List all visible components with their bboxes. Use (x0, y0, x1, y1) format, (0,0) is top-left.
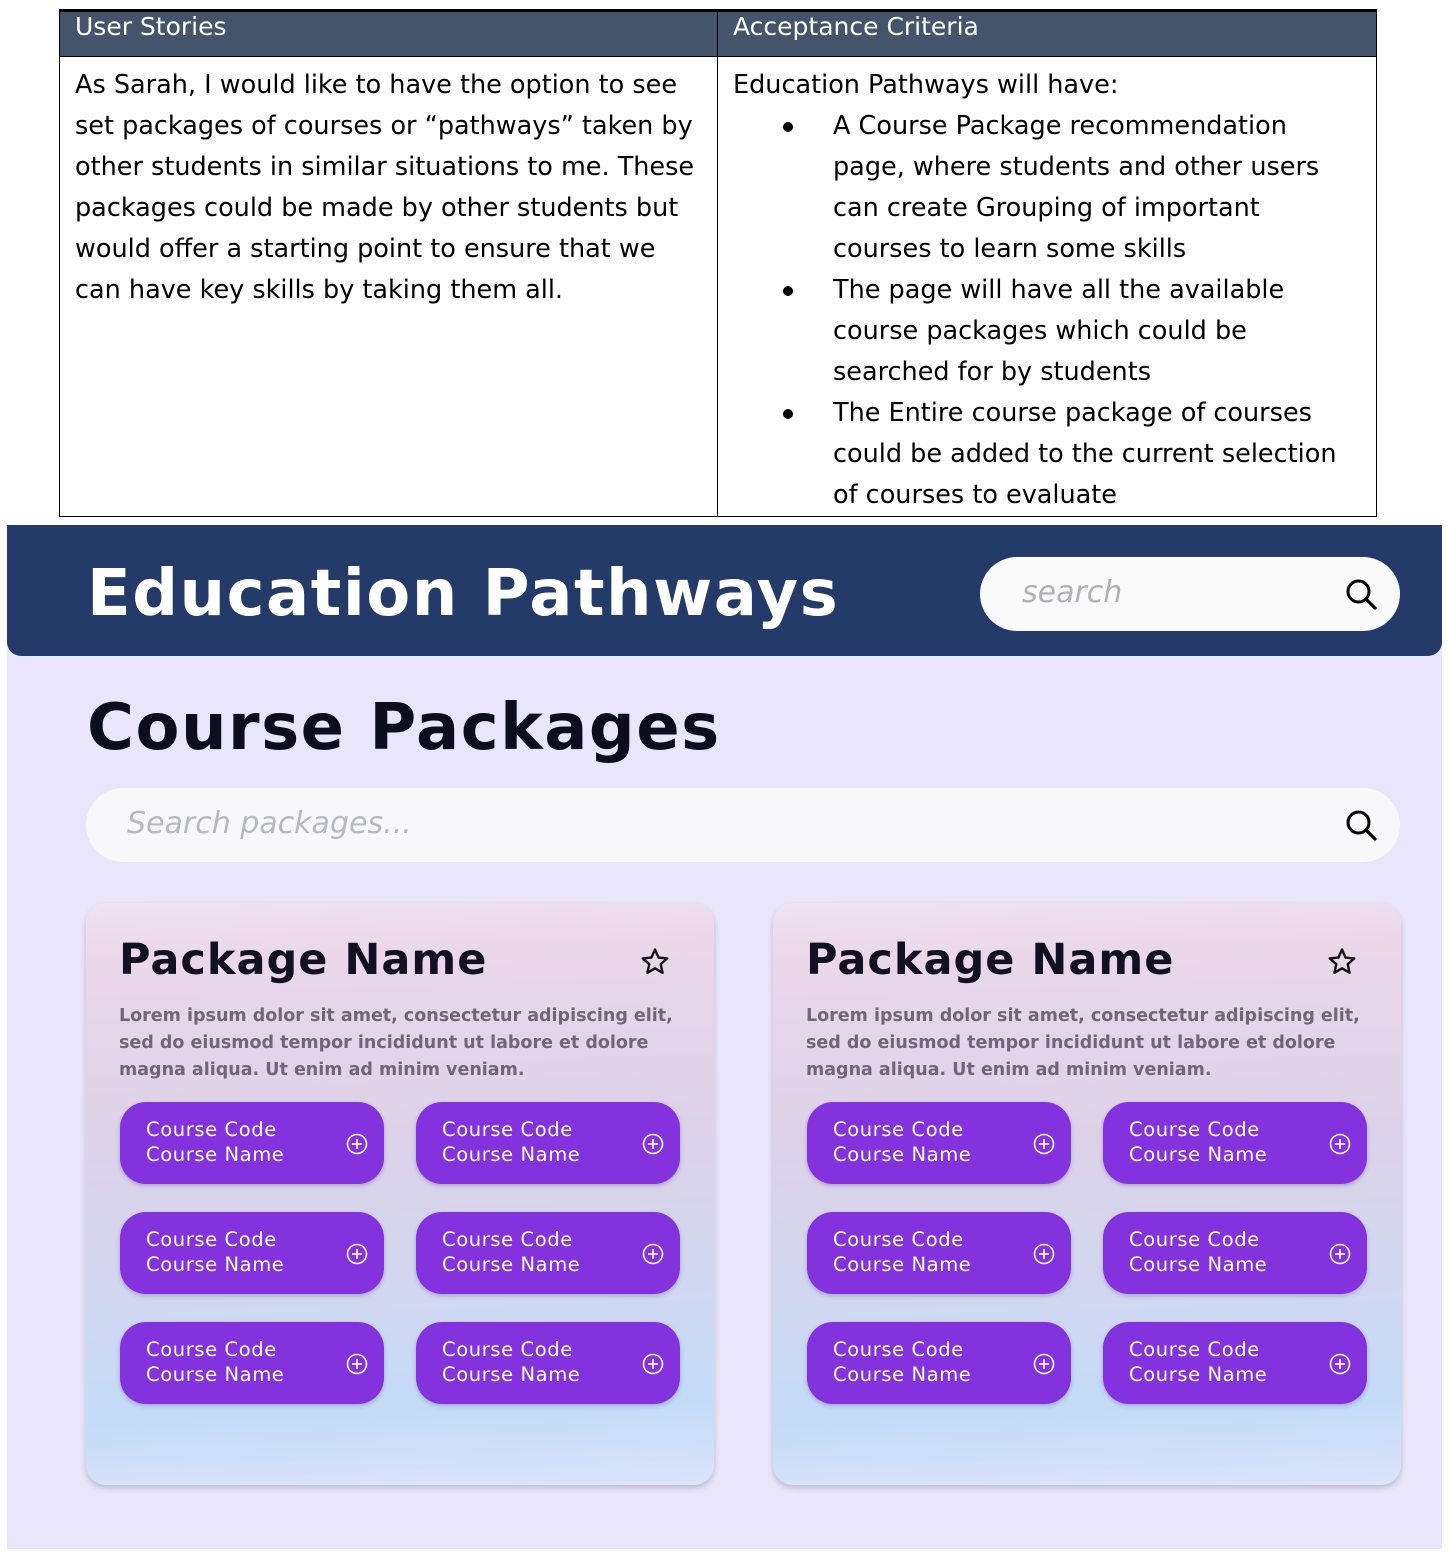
course-name: Course Name (833, 1363, 972, 1386)
user-story-cell: As Sarah, I would like to have the optio… (59, 56, 718, 517)
user-story-table: User Stories Acceptance Criteria As Sara… (59, 9, 1377, 517)
course-code: Course Code (833, 1338, 964, 1361)
course-name: Course Name (833, 1253, 972, 1276)
package-description: Lorem ipsum dolor sit amet, consectetur … (806, 1006, 1360, 1080)
app-header: Education Pathways search (7, 525, 1442, 656)
package-description: Lorem ipsum dolor sit amet, consectetur … (119, 1006, 673, 1080)
course-code: Course Code (1129, 1338, 1260, 1361)
star-icon[interactable] (1327, 947, 1357, 977)
plus-circle-icon[interactable] (1033, 1353, 1055, 1375)
course-name: Course Name (833, 1143, 972, 1166)
search-icon[interactable] (1344, 808, 1378, 842)
criteria-list: A Course Package recommendation page, wh… (733, 106, 1364, 516)
course-button[interactable]: Course Code Course Name (120, 1212, 384, 1294)
course-button[interactable]: Course Code Course Name (416, 1212, 680, 1294)
course-button[interactable]: Course Code Course Name (416, 1102, 680, 1184)
course-code: Course Code (146, 1228, 277, 1251)
course-name: Course Name (146, 1143, 285, 1166)
package-name: Package Name (806, 935, 1175, 985)
header-search-input[interactable]: search (980, 557, 1400, 631)
package-card: Package Name Lorem ipsum dolor sit amet,… (86, 903, 714, 1485)
header-search-placeholder: search (1022, 575, 1123, 610)
plus-circle-icon[interactable] (1329, 1133, 1351, 1155)
app-mockup: Education Pathways search Course Package… (7, 525, 1442, 1549)
acceptance-criteria-cell: Education Pathways will have: A Course P… (717, 56, 1377, 517)
criteria-item-text: A Course Package recommendation page, wh… (833, 111, 1320, 264)
criteria-intro: Education Pathways will have: (733, 70, 1119, 100)
course-name: Course Name (1129, 1253, 1268, 1276)
course-grid: Course Code Course Name Course Code Course… (120, 1102, 680, 1404)
course-code: Course Code (442, 1228, 573, 1251)
package-search-input[interactable]: Search packages... (86, 788, 1400, 862)
package-name: Package Name (119, 935, 488, 985)
bullet-icon (783, 409, 793, 419)
course-code: Course Code (442, 1118, 573, 1141)
plus-circle-icon[interactable] (642, 1353, 664, 1375)
bullet-icon (783, 286, 793, 296)
criteria-item: A Course Package recommendation page, wh… (783, 106, 1364, 270)
course-button[interactable]: Course Code Course Name (807, 1322, 1071, 1404)
course-button[interactable]: Course Code Course Name (807, 1212, 1071, 1294)
course-code: Course Code (833, 1228, 964, 1251)
criteria-item-text: The Entire course package of courses cou… (833, 398, 1337, 510)
course-button[interactable]: Course Code Course Name (416, 1322, 680, 1404)
course-code: Course Code (1129, 1118, 1260, 1141)
plus-circle-icon[interactable] (1329, 1243, 1351, 1265)
plus-circle-icon[interactable] (642, 1243, 664, 1265)
course-code: Course Code (146, 1118, 277, 1141)
course-button[interactable]: Course Code Course Name (120, 1102, 384, 1184)
page-title: Course Packages (87, 691, 721, 765)
plus-circle-icon[interactable] (346, 1353, 368, 1375)
plus-circle-icon[interactable] (642, 1133, 664, 1155)
table-header-row: User Stories Acceptance Criteria (59, 9, 1377, 57)
acceptance-criteria-header: Acceptance Criteria (717, 9, 1377, 57)
bullet-icon (783, 122, 793, 132)
criteria-item: The Entire course package of courses cou… (783, 393, 1364, 516)
course-name: Course Name (1129, 1363, 1268, 1386)
plus-circle-icon[interactable] (1033, 1133, 1055, 1155)
criteria-item: The page will have all the available cou… (783, 270, 1364, 393)
course-code: Course Code (833, 1118, 964, 1141)
user-story-text: As Sarah, I would like to have the optio… (75, 70, 695, 305)
course-button[interactable]: Course Code Course Name (1103, 1322, 1367, 1404)
plus-circle-icon[interactable] (346, 1133, 368, 1155)
course-button[interactable]: Course Code Course Name (1103, 1212, 1367, 1294)
course-code: Course Code (146, 1338, 277, 1361)
star-icon[interactable] (640, 947, 670, 977)
course-name: Course Name (442, 1363, 581, 1386)
plus-circle-icon[interactable] (346, 1243, 368, 1265)
course-name: Course Name (442, 1253, 581, 1276)
criteria-item-text: The page will have all the available cou… (833, 275, 1285, 387)
user-stories-header: User Stories (59, 9, 718, 57)
plus-circle-icon[interactable] (1033, 1243, 1055, 1265)
search-icon[interactable] (1344, 577, 1378, 611)
course-code: Course Code (1129, 1228, 1260, 1251)
course-name: Course Name (146, 1253, 285, 1276)
course-button[interactable]: Course Code Course Name (807, 1102, 1071, 1184)
app-title: Education Pathways (87, 557, 840, 631)
plus-circle-icon[interactable] (1329, 1353, 1351, 1375)
course-button[interactable]: Course Code Course Name (120, 1322, 384, 1404)
course-code: Course Code (442, 1338, 573, 1361)
package-card: Package Name Lorem ipsum dolor sit amet,… (773, 903, 1401, 1485)
course-button[interactable]: Course Code Course Name (1103, 1102, 1367, 1184)
course-name: Course Name (442, 1143, 581, 1166)
course-name: Course Name (1129, 1143, 1268, 1166)
table-row: As Sarah, I would like to have the optio… (59, 56, 1377, 517)
course-name: Course Name (146, 1363, 285, 1386)
package-search-placeholder: Search packages... (127, 806, 412, 841)
course-grid: Course Code Course Name Course Code Course… (807, 1102, 1367, 1404)
